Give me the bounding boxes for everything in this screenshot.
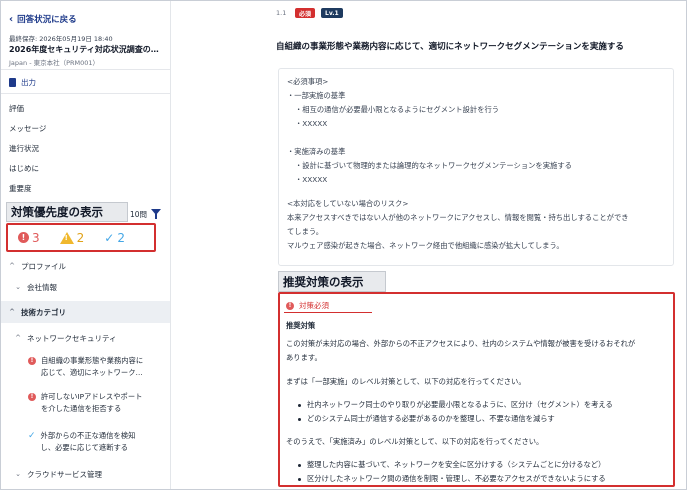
required-measure-tag: ! 対策必須 <box>286 300 329 311</box>
error-icon: ! <box>28 393 36 401</box>
priority-warning[interactable]: ! 2 <box>59 230 85 245</box>
recommendation-text: あります。 <box>286 353 322 362</box>
back-label: 回答状況に戻る <box>17 15 77 25</box>
tree-leaf-question-2[interactable]: ! 許可しないIPアドレスやポート を介した通信を拒否する <box>28 391 158 415</box>
tree-network-security[interactable]: ^ ネットワークセキュリティ <box>1 331 170 345</box>
sidebar: ‹ 回答状況に戻る 最終保存: 2026年05月19日 18:40 2026年度… <box>1 1 171 489</box>
document-icon <box>9 78 16 87</box>
requirement-line: ・XXXXX <box>295 175 328 184</box>
risk-line: てしまう。 <box>287 227 324 236</box>
list-item: どのシステム同士が通信する必要があるのかを整理し、不要な通信を減らす <box>298 414 555 424</box>
list-item: 社内ネットワーク同士のやり取りが必要最小限となるように、区分け（セグメント）を考… <box>298 400 613 410</box>
chevron-left-icon: ‹ <box>9 13 14 25</box>
export-button[interactable]: 出力 <box>9 77 36 88</box>
priority-ok[interactable]: ✓ 2 <box>104 231 125 245</box>
document-subtitle: Japan - 東京本社（PRM001） <box>9 59 100 67</box>
warning-count: 2 <box>76 230 85 245</box>
priority-error[interactable]: ! 3 <box>18 231 40 245</box>
recommendation-text: この対策が未対応の場合、外部からの不正アクセスにより、社内のシステムや情報が被害… <box>286 339 636 348</box>
tree-company-info[interactable]: ⌄ 会社情報 <box>1 280 170 294</box>
last-saved: 最終保存: 2026年05月19日 18:40 <box>9 35 113 43</box>
filter-icon[interactable] <box>151 209 161 219</box>
chevron-down-icon: ⌄ <box>15 283 21 291</box>
question-count: 10問 <box>130 210 148 219</box>
requirement-line: ・一部実施の基準 <box>287 91 346 100</box>
priority-summary: ! 3 ! 2 ✓ 2 <box>6 223 156 252</box>
tree-profile[interactable]: ^ プロファイル <box>1 259 170 273</box>
risk-line: マルウェア感染が起きた場合、ネットワーク経由で他組織に感染が拡大してしまう。 <box>287 241 564 250</box>
tree-leaf-question-1[interactable]: ! 自組織の事業形態や業務内容に 応じて、適切にネットワーク… <box>28 355 158 379</box>
divider <box>1 93 170 94</box>
check-icon: ✓ <box>104 230 115 245</box>
nav-item-evaluation[interactable]: 評価 <box>9 103 24 114</box>
divider <box>1 69 170 70</box>
tree-leaf-question-3[interactable]: ✓ 外部からの不正な通信を検知 し、必要に応じて遮断する <box>28 430 158 454</box>
chevron-up-icon: ^ <box>15 334 21 342</box>
required-badge: 必須 <box>295 8 316 18</box>
main-content: 1.1 必須 Lv.1 自組織の事業形態や業務内容に応じて、適切にネットワークセ… <box>172 1 686 489</box>
check-icon: ✓ <box>28 431 36 441</box>
priority-callout: 対策優先度の表示 <box>6 202 128 222</box>
bullet-icon <box>298 418 301 421</box>
bullet-icon <box>298 404 301 407</box>
requirement-line: ・実施済みの基準 <box>287 147 346 156</box>
nav-item-progress[interactable]: 進行状況 <box>9 143 39 154</box>
chevron-up-icon: ^ <box>9 308 15 316</box>
recommendation-callout: 推奨対策の表示 <box>278 271 386 292</box>
bullet-icon <box>298 464 301 467</box>
recommendation-text: そのうえで、「実施済み」のレベル対策として、以下の対応を行ってください。 <box>286 437 544 446</box>
warning-icon: ! <box>59 231 74 244</box>
requirements-box: <必須事項> ・一部実施の基準 ・相互の通信が必要最小限となるようにセグメント設… <box>278 68 674 266</box>
tag-underline <box>284 312 372 313</box>
document-title: 2026年度セキュリティ対応状況調査の… <box>9 45 159 54</box>
risk-heading: <本対応をしていない場合のリスク> <box>287 199 409 208</box>
requirement-line: ・設計に基づいて物理的または論理的なネットワークセグメンテーションを実施する <box>295 161 572 170</box>
risk-line: 本来アクセスすべきではない人が他のネットワークにアクセスし、情報を閲覧・持ち出し… <box>287 213 629 222</box>
error-icon: ! <box>286 301 294 310</box>
tree-cloud-service[interactable]: ⌄ クラウドサービス管理 <box>1 467 170 481</box>
level-badge: Lv.1 <box>321 8 343 18</box>
requirement-line: ・相互の通信が必要最小限となるようにセグメント設計を行う <box>295 105 500 114</box>
nav-item-messages[interactable]: メッセージ <box>9 123 46 134</box>
nav-item-importance[interactable]: 重要度 <box>9 183 32 194</box>
error-count: 3 <box>32 230 40 245</box>
chevron-down-icon: ⌄ <box>15 470 21 478</box>
requirement-line: ・XXXXX <box>295 119 328 128</box>
back-link[interactable]: ‹ 回答状況に戻る <box>9 13 77 26</box>
ok-count: 2 <box>117 230 125 245</box>
question-number: 1.1 <box>276 9 287 17</box>
recommendation-text: まずは「一部実施」のレベル対策として、以下の対応を行ってください。 <box>286 377 526 386</box>
tree-tech-category[interactable]: ^ 技術カテゴリ <box>1 301 170 323</box>
list-item: 区分けしたネットワーク間の通信を制限・管理し、不必要なアクセスができないようにす… <box>298 474 606 484</box>
question-title: 自組織の事業形態や業務内容に応じて、適切にネットワークセグメンテーションを実施す… <box>276 42 624 52</box>
bullet-icon <box>298 478 301 481</box>
export-label: 出力 <box>21 78 36 87</box>
error-icon: ! <box>18 232 29 243</box>
recommendation-heading: 推奨対策 <box>286 321 316 330</box>
nav-item-introduction[interactable]: はじめに <box>9 163 39 174</box>
recommendation-box: ! 対策必須 推奨対策 この対策が未対応の場合、外部からの不正アクセスにより、社… <box>278 292 675 487</box>
chevron-up-icon: ^ <box>9 262 15 270</box>
list-item: 整理した内容に基づいて、ネットワークを安全に区分けする（システムごとに分けるなど… <box>298 460 605 470</box>
requirements-heading: <必須事項> <box>287 77 329 86</box>
error-icon: ! <box>28 357 36 365</box>
